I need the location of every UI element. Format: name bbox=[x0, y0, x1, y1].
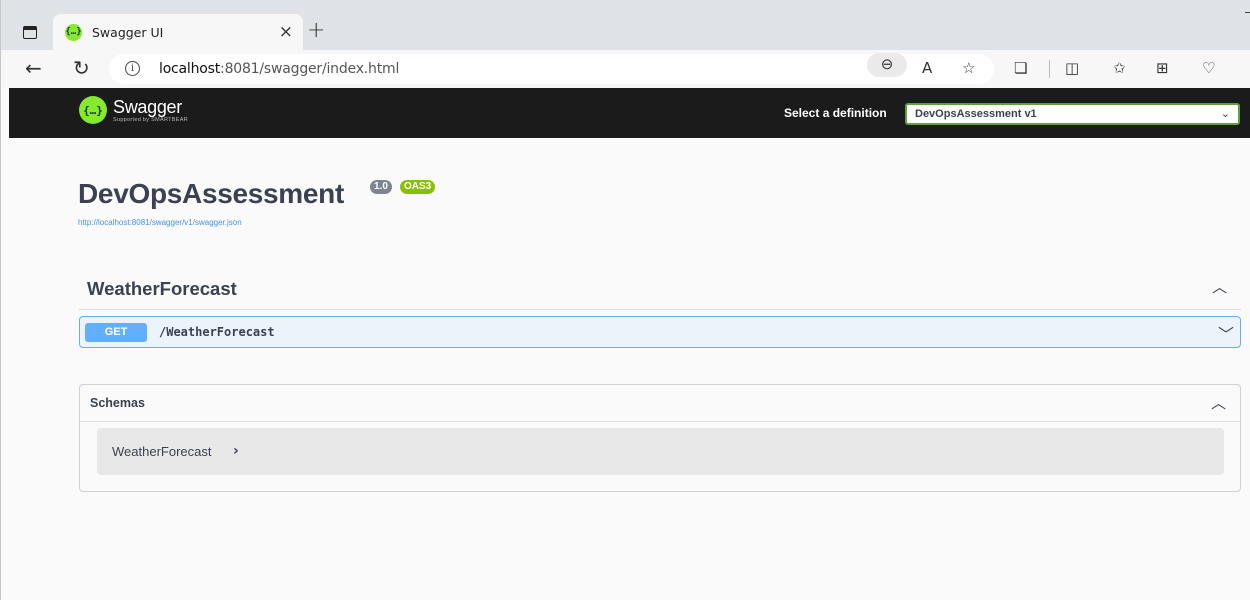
swagger-logo[interactable]: {…} Swagger Supported by SMARTBEAR bbox=[79, 96, 188, 124]
url-text[interactable]: localhost:8081/swagger/index.html bbox=[159, 61, 399, 77]
schemas-title: Schemas bbox=[90, 396, 145, 410]
model-weatherforecast[interactable]: WeatherForecast › bbox=[97, 428, 1224, 475]
split-screen-icon[interactable]: ◫ bbox=[1065, 59, 1079, 77]
tag-section-weatherforecast: WeatherForecast ︿ GET /WeatherForecast ﹀ bbox=[79, 268, 1241, 348]
tab-close-icon[interactable]: × bbox=[279, 22, 293, 42]
swagger-favicon-icon: {…} bbox=[65, 23, 82, 41]
schemas-header[interactable]: Schemas ︿ bbox=[80, 385, 1240, 422]
extensions-icon[interactable]: ❏ bbox=[1014, 59, 1027, 77]
oas-badge: OAS3 bbox=[400, 180, 436, 194]
tab-actions-icon[interactable] bbox=[23, 26, 37, 39]
tab-title: Swagger UI bbox=[92, 24, 164, 40]
logo-name: Swagger bbox=[113, 96, 182, 117]
browser-essentials-icon[interactable]: ♡ bbox=[1202, 59, 1215, 77]
browser-window: {…} Swagger UI × + ← ↻ i localhost:8081/… bbox=[0, 0, 1250, 600]
operation-get-weatherforecast[interactable]: GET /WeatherForecast ﹀ bbox=[79, 316, 1241, 348]
select-definition-label: Select a definition bbox=[784, 106, 887, 120]
schemas-section: Schemas ︿ WeatherForecast › bbox=[79, 384, 1241, 492]
reload-icon[interactable]: ↻ bbox=[73, 56, 90, 80]
chevron-down-icon[interactable]: ﹀ bbox=[1218, 321, 1234, 345]
read-aloud-icon[interactable]: A bbox=[922, 59, 932, 77]
chevron-right-icon: › bbox=[233, 443, 239, 459]
swagger-topbar: {…} Swagger Supported by SMARTBEAR Selec… bbox=[9, 88, 1250, 138]
collections-icon[interactable]: ⊞ bbox=[1156, 59, 1169, 77]
version-badge: 1.0 bbox=[370, 180, 392, 194]
chevron-up-icon[interactable]: ︿ bbox=[1212, 276, 1227, 297]
url-host: localhost bbox=[159, 61, 221, 77]
model-name: WeatherForecast bbox=[112, 444, 212, 459]
chevron-down-icon: ⌄ bbox=[1220, 107, 1230, 120]
method-badge: GET bbox=[85, 323, 147, 342]
definition-select-value: DevOpsAssessment v1 bbox=[915, 108, 1037, 120]
site-info-icon[interactable]: i bbox=[125, 61, 140, 76]
definition-select[interactable]: DevOpsAssessment v1 ⌄ bbox=[905, 103, 1240, 125]
url-path: :8081/swagger/index.html bbox=[220, 61, 400, 77]
spec-url-link[interactable]: http://localhost:8081/swagger/v1/swagger… bbox=[78, 218, 242, 227]
api-title: DevOpsAssessment bbox=[78, 178, 344, 209]
operation-path: /WeatherForecast bbox=[159, 325, 275, 339]
favorites-icon[interactable]: ✩ bbox=[1113, 59, 1126, 77]
logo-subtitle: Supported by SMARTBEAR bbox=[113, 116, 188, 123]
toolbar-divider bbox=[1049, 60, 1050, 78]
back-icon[interactable]: ← bbox=[25, 56, 42, 80]
new-tab-icon[interactable]: + bbox=[307, 18, 325, 43]
zoom-icon[interactable]: ⊖ bbox=[867, 53, 907, 77]
browser-toolbar: ← ↻ i localhost:8081/swagger/index.html … bbox=[1, 50, 1250, 88]
tag-name: WeatherForecast bbox=[87, 278, 237, 299]
swagger-content: DevOpsAssessment 1.0 OAS3 http://localho… bbox=[9, 138, 1250, 600]
minimize-icon[interactable] bbox=[1245, 12, 1250, 13]
tag-header[interactable]: WeatherForecast ︿ bbox=[79, 268, 1241, 310]
swagger-logo-icon: {…} bbox=[79, 96, 107, 124]
add-favorite-icon[interactable]: ☆ bbox=[962, 59, 975, 77]
chevron-up-icon[interactable]: ︿ bbox=[1211, 392, 1226, 413]
tab-strip: {…} Swagger UI × + bbox=[1, 0, 1250, 50]
browser-tab[interactable]: {…} Swagger UI × bbox=[53, 14, 303, 50]
address-bar[interactable]: i localhost:8081/swagger/index.html bbox=[109, 54, 994, 84]
